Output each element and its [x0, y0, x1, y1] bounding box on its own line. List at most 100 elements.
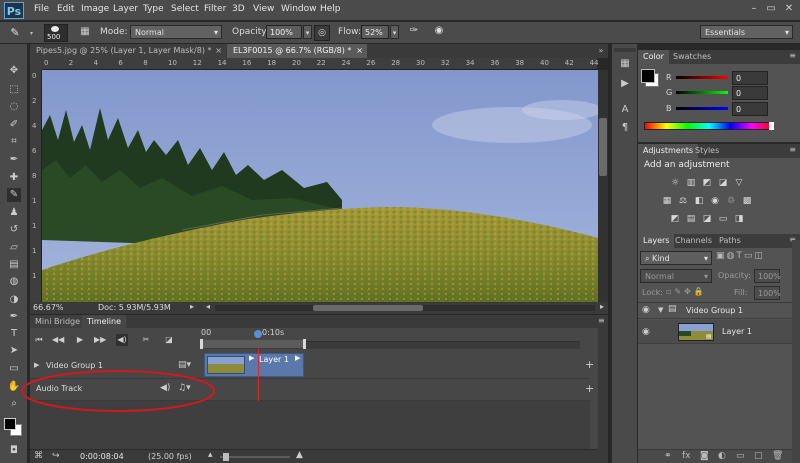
layer-opacity-input[interactable]: 100%: [754, 269, 781, 283]
menu-layer[interactable]: Layer: [113, 4, 138, 14]
vibrance-icon[interactable]: ▽: [734, 178, 744, 188]
canvas-vertical-scrollbar[interactable]: [598, 70, 608, 302]
document-tab-pipes5[interactable]: Pipes5.jpg @ 25% (Layer 1, Layer Mask/8)…: [30, 44, 226, 58]
layer-filter-icons[interactable]: ▣◍T▭◫: [716, 251, 792, 265]
panel-menu-icon[interactable]: ≡: [598, 316, 605, 325]
convert-frame-animation-icon[interactable]: ⌘: [34, 451, 43, 461]
panel-menu-icon[interactable]: ≡: [789, 145, 796, 154]
timeline-scrollbar[interactable]: [598, 327, 608, 463]
scroll-thumb[interactable]: [599, 118, 607, 176]
eye-icon[interactable]: ◉: [642, 305, 650, 315]
menu-type[interactable]: Type: [143, 4, 164, 14]
paragraph-icon[interactable]: ¶: [618, 122, 632, 136]
clip-menu-icon[interactable]: ▶: [295, 354, 300, 362]
color-balance-icon[interactable]: ⚖: [678, 196, 688, 206]
close-icon[interactable]: ×: [215, 44, 222, 58]
video-clip[interactable]: ▶ Layer 1 ▶: [204, 353, 304, 377]
opacity-input[interactable]: 100%: [266, 25, 302, 39]
fill-input[interactable]: 100%: [754, 286, 781, 300]
crop-tool-icon[interactable]: ⌗: [7, 135, 21, 149]
canvas-horizontal-scrollbar[interactable]: [215, 305, 595, 311]
gradient-tool-icon[interactable]: ▤: [7, 258, 21, 272]
red-slider[interactable]: [676, 76, 728, 79]
brush-panel-icon[interactable]: ▦: [78, 26, 92, 40]
split-at-playhead-icon[interactable]: ✂: [140, 334, 152, 346]
zoom-level[interactable]: 66.67%: [33, 303, 64, 312]
zoom-out-icon[interactable]: ▴: [208, 450, 213, 460]
tab-paths[interactable]: Paths: [714, 234, 746, 248]
layer-row[interactable]: ◉ ▤ Layer 1: [638, 320, 800, 344]
exposure-icon[interactable]: ◪: [718, 178, 728, 188]
pressure-opacity-icon[interactable]: ◎: [314, 25, 330, 41]
add-mask-icon[interactable]: ◙: [700, 451, 709, 461]
eraser-tool-icon[interactable]: ▱: [7, 241, 21, 255]
tab-color[interactable]: Color: [638, 50, 669, 64]
slider-handle[interactable]: [223, 453, 229, 461]
eye-icon[interactable]: ◉: [642, 327, 650, 337]
scroll-left-icon[interactable]: ◂: [206, 302, 210, 311]
mode-select[interactable]: Normal ▾: [130, 25, 222, 39]
expand-triangle-icon[interactable]: ▼: [658, 306, 663, 314]
mute-audio-icon[interactable]: ◀): [116, 334, 128, 346]
history-icon[interactable]: ▦: [618, 58, 632, 72]
hue-saturation-icon[interactable]: ▦: [662, 196, 672, 206]
pen-tool-icon[interactable]: ✒: [7, 310, 21, 324]
actions-play-icon[interactable]: ▶: [618, 78, 632, 92]
airbrush-icon[interactable]: ✑: [407, 25, 421, 39]
selective-color-icon[interactable]: ◨: [734, 214, 744, 224]
layer-style-icon[interactable]: fx: [682, 451, 691, 461]
marquee-tool-icon[interactable]: ⬚: [7, 83, 21, 97]
menu-help[interactable]: Help: [320, 4, 341, 14]
menu-window[interactable]: Window: [281, 4, 317, 14]
ruler-origin[interactable]: [30, 58, 42, 70]
blur-tool-icon[interactable]: ◍: [7, 275, 21, 289]
menu-view[interactable]: View: [253, 4, 274, 14]
chevron-down-icon[interactable]: ▾: [30, 30, 36, 37]
menu-filter[interactable]: Filter: [204, 4, 226, 14]
tab-styles[interactable]: Styles: [690, 144, 724, 158]
menu-edit[interactable]: Edit: [57, 4, 74, 14]
document-tab-el3f0015[interactable]: EL3F0015 @ 66.7% (RGB/8) * ×: [227, 44, 367, 58]
brush-preset-picker[interactable]: 500: [44, 24, 68, 42]
foreground-color-swatch[interactable]: [4, 418, 16, 430]
move-tool-icon[interactable]: ✥: [7, 64, 21, 78]
tab-timeline[interactable]: Timeline: [82, 315, 127, 329]
levels-icon[interactable]: ▥: [686, 178, 696, 188]
posterize-icon[interactable]: ▤: [686, 214, 696, 224]
tab-layers[interactable]: Layers: [638, 234, 675, 248]
workspace-select[interactable]: Essentials ▾: [700, 25, 793, 39]
channel-mixer-icon[interactable]: ♲: [726, 196, 736, 206]
new-group-icon[interactable]: ▭: [736, 451, 745, 461]
menu-image[interactable]: Image: [81, 4, 109, 14]
dodge-tool-icon[interactable]: ◑: [7, 293, 21, 307]
work-area-range[interactable]: [200, 340, 304, 348]
timeline-zoom-slider[interactable]: [220, 453, 290, 461]
color-lookup-icon[interactable]: ▩: [742, 196, 752, 206]
menu-file[interactable]: File: [34, 4, 49, 14]
scroll-thumb[interactable]: [313, 305, 423, 311]
tab-channels[interactable]: Channels: [670, 234, 717, 248]
brightness-icon[interactable]: ☼: [670, 178, 680, 188]
color-spectrum-ramp[interactable]: [644, 122, 774, 130]
strip-grip[interactable]: [614, 48, 636, 52]
healing-tool-icon[interactable]: ✚: [7, 171, 21, 185]
green-value[interactable]: 0: [732, 86, 768, 100]
work-area-start-handle[interactable]: [200, 339, 203, 349]
history-brush-tool-icon[interactable]: ↺: [7, 223, 21, 237]
pressure-size-icon[interactable]: ◉: [432, 25, 446, 39]
maximize-icon[interactable]: ▭: [765, 3, 777, 15]
invert-icon[interactable]: ◩: [670, 214, 680, 224]
tab-mini-bridge[interactable]: Mini Bridge: [30, 315, 86, 329]
tab-swatches[interactable]: Swatches: [668, 50, 716, 64]
red-value[interactable]: 0: [732, 71, 768, 85]
go-to-first-frame-icon[interactable]: ⏮: [33, 334, 45, 346]
play-icon[interactable]: ▶: [74, 334, 86, 346]
lock-icons[interactable]: ▫✎✥🔒: [666, 287, 707, 296]
gradient-map-icon[interactable]: ▭: [718, 214, 728, 224]
blue-slider[interactable]: [676, 107, 728, 110]
chevron-down-icon[interactable]: ▾: [390, 25, 399, 39]
status-menu-icon[interactable]: ▸: [190, 302, 194, 311]
new-adjustment-icon[interactable]: ◐: [718, 451, 726, 461]
blend-mode-select[interactable]: Normal ▾: [640, 269, 712, 283]
panel-menu-icon[interactable]: ≡: [789, 51, 796, 60]
